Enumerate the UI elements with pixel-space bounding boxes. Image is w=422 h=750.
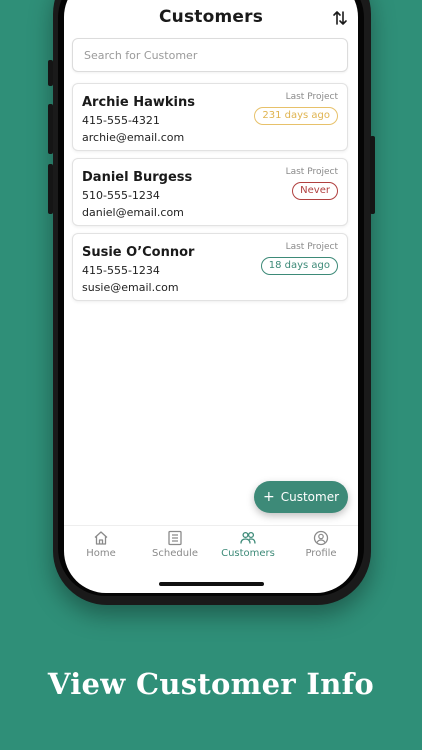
last-project-badge: 18 days ago [260, 257, 338, 275]
nav-item-home[interactable]: Home [64, 530, 138, 559]
nav-item-customers[interactable]: Customers [211, 530, 285, 559]
customer-card[interactable]: Daniel Burgess 510-555-1234 daniel@email… [72, 158, 348, 226]
nav-item-schedule[interactable]: Schedule [138, 530, 212, 559]
customer-card[interactable]: Susie O’Connor 415-555-1234 susie@email.… [72, 233, 348, 301]
sort-arrows-icon[interactable] [332, 10, 348, 26]
nav-label-schedule: Schedule [152, 548, 198, 559]
home-icon [94, 531, 108, 545]
side-button-volume-up [48, 104, 53, 154]
list-icon [168, 530, 182, 546]
search-input[interactable] [72, 38, 348, 72]
nav-label-profile: Profile [305, 548, 337, 559]
last-project-badge: 231 days ago [254, 107, 338, 125]
last-project-label: Last Project [285, 92, 338, 102]
customer-phone: 415-555-1234 [82, 264, 160, 277]
nav-label-home: Home [86, 548, 116, 559]
header: Customers [64, 7, 358, 37]
side-button-power [370, 136, 375, 214]
plus-icon: + [262, 489, 275, 505]
bottom-nav: Home Schedule Customers Profile [64, 525, 358, 576]
nav-item-profile[interactable]: Profile [284, 530, 358, 559]
add-customer-button[interactable]: + Customer [254, 481, 348, 513]
customer-card[interactable]: Archie Hawkins 415-555-4321 archie@email… [72, 83, 348, 151]
promo-caption: View Customer Info [47, 667, 375, 701]
customer-name: Susie O’Connor [82, 245, 195, 260]
customer-phone: 510-555-1234 [82, 189, 160, 202]
add-customer-label: Customer [280, 490, 340, 504]
last-project-label: Last Project [285, 242, 338, 252]
customer-name: Archie Hawkins [82, 95, 195, 110]
home-indicator [159, 582, 264, 586]
app-screen: Customers Archie Hawkins 415-555-4321 ar… [64, 0, 358, 593]
side-button-volume-down [48, 164, 53, 214]
last-project-label: Last Project [285, 167, 338, 177]
users-icon [240, 531, 256, 544]
profile-icon [313, 530, 329, 546]
last-project-badge: Never [292, 182, 338, 200]
customer-email: daniel@email.com [82, 206, 184, 219]
nav-label-customers: Customers [221, 548, 275, 559]
customer-name: Daniel Burgess [82, 170, 193, 185]
customer-email: susie@email.com [82, 281, 179, 294]
customer-email: archie@email.com [82, 131, 185, 144]
customer-phone: 415-555-4321 [82, 114, 160, 127]
side-button-silent [48, 60, 53, 86]
page-title: Customers [158, 7, 264, 27]
